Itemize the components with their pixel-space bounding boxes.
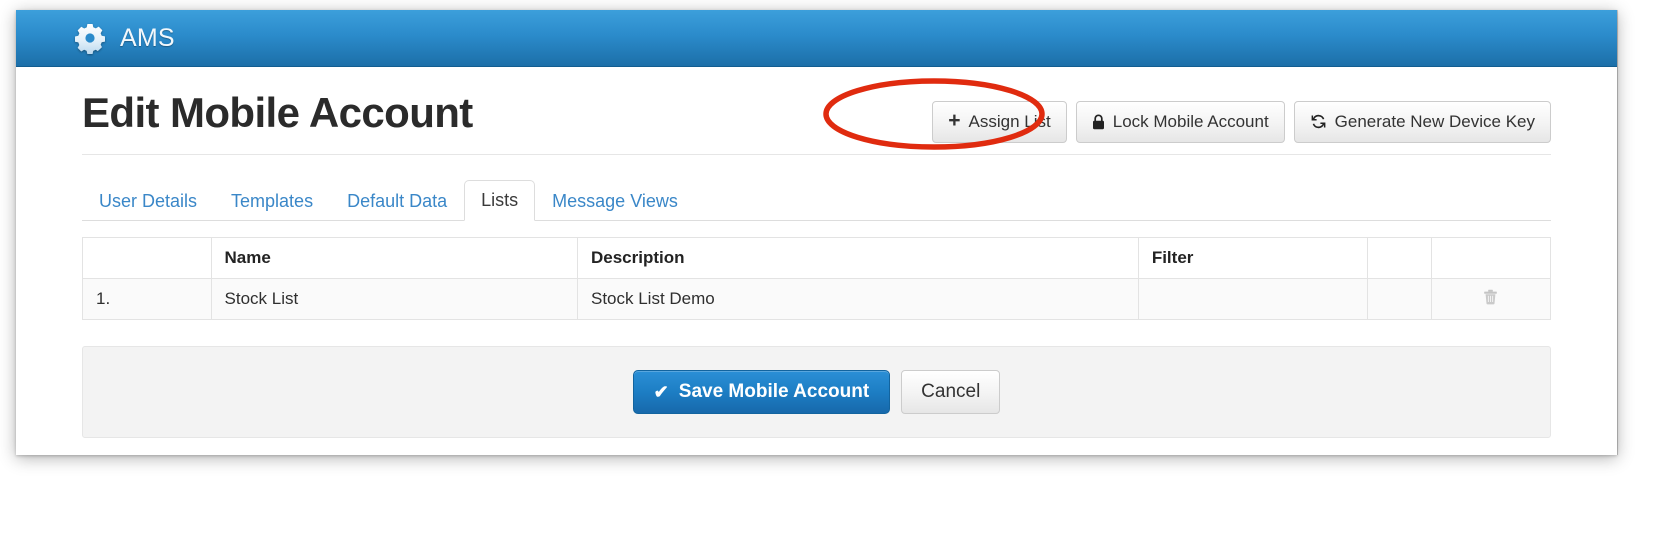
- assign-list-button[interactable]: + Assign List: [932, 101, 1067, 143]
- save-mobile-account-button[interactable]: ✔ Save Mobile Account: [632, 370, 891, 414]
- lists-table: Name Description Filter 1. Stock List St…: [82, 237, 1552, 320]
- cancel-button[interactable]: Cancel: [901, 370, 1001, 414]
- table-row[interactable]: 1. Stock List Stock List Demo: [82, 278, 1552, 320]
- tab-user-details[interactable]: User Details: [82, 181, 214, 221]
- brand[interactable]: AMS: [74, 22, 175, 54]
- tab-message-views[interactable]: Message Views: [535, 181, 695, 221]
- form-actions-panel: ✔ Save Mobile Account Cancel: [82, 346, 1551, 438]
- table-head: Name Description Filter: [82, 237, 1552, 279]
- generate-new-device-key-button[interactable]: Generate New Device Key: [1293, 101, 1551, 143]
- gear-icon: [74, 22, 106, 54]
- cell-name: Stock List: [210, 278, 578, 320]
- cell-index: 1.: [82, 278, 212, 320]
- lock-icon: [1092, 114, 1105, 130]
- screenshot-viewport: AMS Edit Mobile Account + Assign List Lo…: [0, 0, 1665, 534]
- plus-icon: +: [948, 109, 961, 132]
- column-header-spacer: [1367, 237, 1432, 279]
- cell-actions: [1430, 278, 1552, 320]
- cell-spacer: [1367, 278, 1432, 320]
- tab-list: User Details Templates Default Data List…: [82, 178, 1551, 221]
- window-edge: [1617, 10, 1618, 455]
- header-action-buttons: + Assign List Lock Mobile Account Genera…: [932, 101, 1551, 143]
- tab-lists[interactable]: Lists: [464, 180, 536, 221]
- assign-list-label: Assign List: [968, 112, 1051, 131]
- refresh-icon: [1310, 113, 1327, 130]
- cell-description: Stock List Demo: [576, 278, 1139, 320]
- check-icon: ✔: [653, 381, 669, 402]
- save-mobile-account-label: Save Mobile Account: [678, 381, 870, 402]
- trash-icon[interactable]: [1483, 289, 1498, 310]
- lists-table-container: Name Description Filter 1. Stock List St…: [82, 221, 1552, 320]
- top-navbar: AMS: [16, 10, 1617, 67]
- tabs-container: User Details Templates Default Data List…: [82, 155, 1551, 221]
- column-header-actions: [1430, 237, 1552, 279]
- column-header-filter: Filter: [1137, 237, 1369, 279]
- generate-new-device-key-label: Generate New Device Key: [1334, 112, 1535, 131]
- cancel-label: Cancel: [921, 381, 981, 402]
- brand-label: AMS: [120, 23, 175, 52]
- page-header: Edit Mobile Account + Assign List Lock M…: [82, 67, 1551, 155]
- column-header-description: Description: [576, 237, 1139, 279]
- tab-templates[interactable]: Templates: [214, 181, 330, 221]
- page-title: Edit Mobile Account: [82, 88, 473, 136]
- tab-default-data[interactable]: Default Data: [330, 181, 464, 221]
- table-header-row: Name Description Filter: [82, 237, 1552, 279]
- page-content: Edit Mobile Account + Assign List Lock M…: [16, 67, 1617, 455]
- app-window: AMS Edit Mobile Account + Assign List Lo…: [16, 10, 1617, 455]
- column-header-name: Name: [210, 237, 578, 279]
- table-body: 1. Stock List Stock List Demo: [82, 278, 1552, 320]
- cell-filter: [1137, 278, 1369, 320]
- lock-mobile-account-button[interactable]: Lock Mobile Account: [1075, 101, 1285, 143]
- column-header-index: [82, 237, 212, 279]
- lock-mobile-account-label: Lock Mobile Account: [1112, 112, 1269, 131]
